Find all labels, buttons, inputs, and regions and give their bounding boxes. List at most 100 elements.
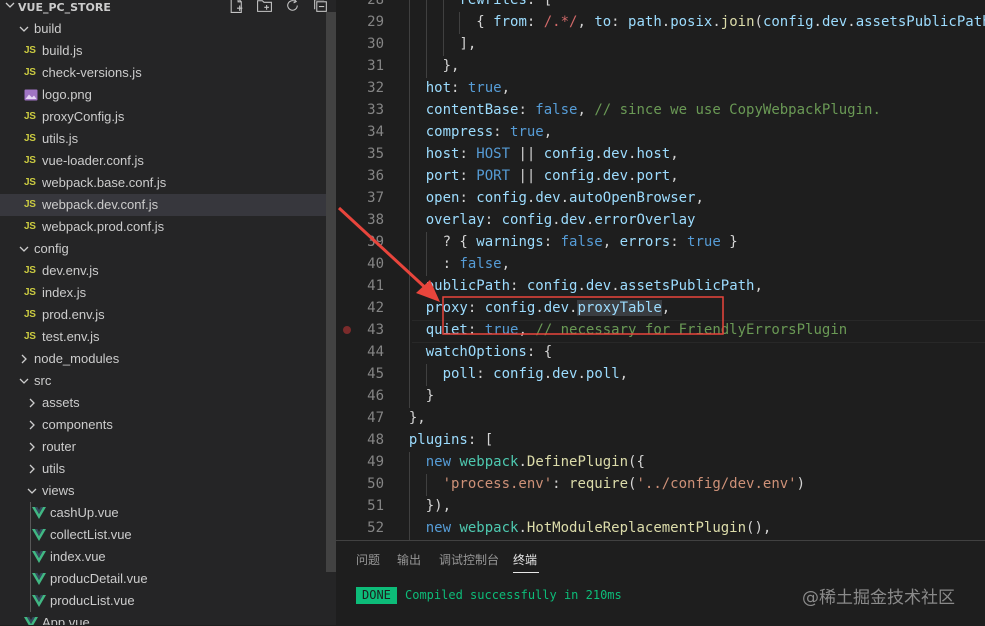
code-token: ,: [501, 256, 511, 272]
tree-file[interactable]: JS test.env.js: [0, 326, 326, 348]
tab-output[interactable]: 输出: [397, 551, 421, 568]
code-line[interactable]: 33 contentBase: false, // since we use Co…: [336, 100, 985, 122]
code-token: contentBase: [425, 102, 519, 118]
code-token: dev: [602, 146, 629, 162]
code-line[interactable]: 40: false,: [336, 254, 985, 276]
tree-folder[interactable]: router: [0, 436, 326, 458]
indent-guide: [408, 122, 410, 144]
tree-file[interactable]: JS prod.env.js: [0, 304, 326, 326]
new-file-icon[interactable]: [228, 0, 245, 14]
tree-file[interactable]: producDetail.vue: [0, 568, 326, 590]
tree-folder[interactable]: assets: [0, 392, 326, 414]
code-line[interactable]: 51}),: [336, 496, 985, 518]
code-token: config: [543, 146, 595, 162]
code-line[interactable]: 47},: [336, 408, 985, 430]
code-line[interactable]: 28 rewrites: [: [336, 0, 985, 12]
tree-file[interactable]: JS webpack.base.conf.js: [0, 172, 326, 194]
tree-file[interactable]: cashUp.vue: [0, 502, 326, 524]
chevron-down-icon[interactable]: [18, 23, 30, 35]
tab-problems[interactable]: 问题: [356, 551, 380, 568]
tree-file[interactable]: JS check-versions.js: [0, 62, 326, 84]
indent-guide: [408, 254, 410, 276]
code-text: compress: true,: [426, 124, 552, 140]
chevron-down-icon[interactable]: [18, 375, 30, 387]
chevron-down-icon[interactable]: [26, 485, 38, 497]
chevron-right-icon[interactable]: [26, 463, 38, 475]
tree-file[interactable]: App.vue: [0, 612, 326, 625]
tree-file[interactable]: JS build.js: [0, 40, 326, 62]
code-token: .: [594, 146, 603, 162]
tab-debug-console[interactable]: 调试控制台: [439, 551, 499, 568]
chevron-down-icon[interactable]: [5, 0, 15, 10]
code-token: ],: [459, 36, 477, 52]
tree-file[interactable]: JS webpack.prod.conf.js: [0, 216, 326, 238]
tree-item-label: node_modules: [34, 351, 120, 366]
chevron-right-icon[interactable]: [18, 353, 30, 365]
code-line[interactable]: 46}: [336, 386, 985, 408]
code-line[interactable]: 41 publicPath: config.dev.assetsPublicPat…: [336, 276, 985, 298]
code-token: .: [535, 300, 544, 316]
tree-file[interactable]: index.vue: [0, 546, 326, 568]
new-folder-icon[interactable]: [256, 0, 273, 14]
code-line[interactable]: 49 new webpack.DefinePlugin({: [336, 452, 985, 474]
tree-file[interactable]: JS dev.env.js: [0, 260, 326, 282]
tree-file[interactable]: collectList.vue: [0, 524, 326, 546]
tree-folder[interactable]: utils: [0, 458, 326, 480]
code-line[interactable]: 45 poll: config.dev.poll,: [336, 364, 985, 386]
code-token: ,: [577, 102, 595, 118]
code-line[interactable]: 30],: [336, 34, 985, 56]
code-line[interactable]: 36 port: PORT || config.dev.port,: [336, 166, 985, 188]
code-line[interactable]: 35 host: HOST || config.dev.host,: [336, 144, 985, 166]
sidebar-scrollbar[interactable]: [326, 12, 336, 572]
code-line[interactable]: 48 plugins: [: [336, 430, 985, 452]
refresh-icon[interactable]: [284, 0, 301, 14]
explorer-title[interactable]: VUE_PC_STORE: [18, 1, 111, 14]
code-line[interactable]: 39 ? { warnings: false, errors: true }: [336, 232, 985, 254]
tree-folder[interactable]: build: [0, 18, 326, 40]
code-line[interactable]: 38 overlay: config.dev.errorOverlay: [336, 210, 985, 232]
tree-folder[interactable]: src: [0, 370, 326, 392]
tree-file[interactable]: logo.png: [0, 84, 326, 106]
code-line[interactable]: 43 quiet: true, // necessary for Friendly…: [336, 320, 985, 342]
chevron-right-icon[interactable]: [26, 397, 38, 409]
indent-guide: [425, 254, 427, 276]
indent-guide: [408, 320, 410, 342]
chevron-right-icon[interactable]: [26, 419, 38, 431]
code-token: :: [459, 146, 477, 162]
tree-file[interactable]: producList.vue: [0, 590, 326, 612]
code-line[interactable]: 37 open: config.dev.autoOpenBrowser,: [336, 188, 985, 210]
code-token: .: [813, 14, 822, 30]
chevron-right-icon[interactable]: [26, 441, 38, 453]
code-token: ({: [628, 454, 645, 470]
tab-terminal[interactable]: 终端: [513, 551, 537, 568]
code-line[interactable]: 44 watchOptions: {: [336, 342, 985, 364]
code-token: :: [543, 234, 561, 250]
tree-file[interactable]: JS proxyConfig.js: [0, 106, 326, 128]
code-token: ,: [670, 168, 679, 184]
code-line[interactable]: 50 'process.env': require('../config/dev.…: [336, 474, 985, 496]
code-token: ||: [510, 168, 544, 184]
code-line[interactable]: 34 compress: true,: [336, 122, 985, 144]
code-line[interactable]: 31},: [336, 56, 985, 78]
tree-item-label: index.js: [42, 285, 87, 300]
code-token: },: [408, 410, 426, 426]
code-token: errorOverlay: [594, 212, 696, 228]
tree-file[interactable]: JS utils.js: [0, 128, 326, 150]
tree-file[interactable]: JS vue-loader.conf.js: [0, 150, 326, 172]
code-token: .: [712, 14, 721, 30]
tree-file[interactable]: JS index.js: [0, 282, 326, 304]
tree-folder[interactable]: config: [0, 238, 326, 260]
tree-item-label: producDetail.vue: [50, 571, 148, 586]
tree-file[interactable]: JS webpack.dev.conf.js: [0, 194, 326, 216]
code-line[interactable]: 32 hot: true,: [336, 78, 985, 100]
code-line[interactable]: 29{ from: /.*/, to: path.posix.join(conf…: [336, 12, 985, 34]
tree-folder[interactable]: views: [0, 480, 326, 502]
code-line[interactable]: 52 new webpack.HotModuleReplacementPlugin…: [336, 518, 985, 540]
tree-folder[interactable]: components: [0, 414, 326, 436]
code-token: ,: [518, 322, 536, 338]
tree-folder[interactable]: node_modules: [0, 348, 326, 370]
code-editor[interactable]: 28 rewrites: [29{ from: /.*/, to: path.po…: [336, 0, 985, 540]
code-line[interactable]: 42 proxy: config.dev.proxyTable,: [336, 298, 985, 320]
chevron-down-icon[interactable]: [18, 243, 30, 255]
code-text: port: PORT || config.dev.port,: [426, 168, 679, 184]
